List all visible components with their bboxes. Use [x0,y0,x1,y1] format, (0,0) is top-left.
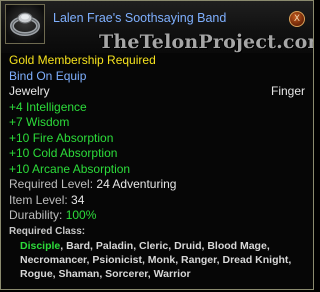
item-level-label: Item Level: [9,192,68,207]
required-level-value: 24 Adventuring [96,177,177,191]
required-level: Required Level: 24 Adventuring [9,177,305,193]
membership-requirement: Gold Membership Required [9,53,156,67]
stat-line: +10 Cold Absorption [9,146,118,160]
durability-value: 100% [65,208,97,222]
ring-icon [5,4,45,44]
required-class-list: Disciple, Bard, Paladin, Cleric, Druid, … [9,239,305,281]
bind-type: Bind On Equip [9,68,87,83]
durability-label: Durability: [9,208,63,222]
stat-line: +10 Arcane Absorption [9,161,131,176]
durability: Durability: 100% [9,208,305,224]
item-tooltip: Lalen Frae's Soothsaying Band X TheTelon… [0,0,314,290]
item-type-row: Jewelry Finger [9,84,305,100]
stat-line: +4 Intelligence [9,99,87,114]
required-class-first: Disciple [20,239,61,252]
stat-line: +10 Fire Absorption [9,130,114,145]
item-level: Item Level: 34 [9,193,305,209]
tooltip-header: Lalen Frae's Soothsaying Band X TheTelon… [1,1,313,53]
stat-line: +7 Wisdom [9,115,70,129]
item-name: Lalen Frae's Soothsaying Band [53,11,227,25]
item-slot: Finger [270,84,305,98]
watermark: TheTelonProject.com [99,31,314,53]
tooltip-body: Gold Membership Required Bind On Equip J… [9,53,305,281]
item-category: Jewelry [9,84,50,98]
close-button[interactable]: X [289,11,305,27]
required-class-rest: , Bard, Paladin, Cleric, Druid, Blood Ma… [20,239,292,280]
item-level-value: 34 [71,192,85,207]
required-level-label: Required Level: [9,177,94,191]
required-class-label: Required Class: [9,225,86,237]
